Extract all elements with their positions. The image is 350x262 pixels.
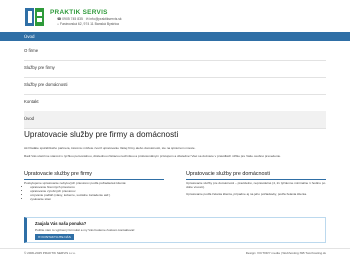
menu-item-sluzby-firmy[interactable]: Služby pre firmy (24, 60, 326, 78)
menu-item-label: Kontakt (24, 99, 39, 104)
address-value: Farárovská 62, 974 11 Banská Bystrica (60, 22, 119, 26)
brand-name: PRAKTIK SERVIS (50, 9, 108, 16)
email-link[interactable]: info@praktikservis.sk (90, 17, 122, 21)
menu-item-sluzby-domacnosti[interactable]: Služby pre domácnosti (24, 77, 326, 95)
firms-service-list: upratovanie firemných priestorov upratov… (24, 185, 164, 201)
firms-section-body: Poskytujeme upratovanie nebytových pries… (24, 181, 164, 201)
page-title: Upratovacie služby pre firmy a domácnost… (24, 130, 179, 139)
site-header: PRAKTIK SERVIS ☎ 0905 745 835 ✉ info@pra… (0, 0, 350, 32)
footer-divider (0, 248, 350, 249)
homes-text-1: Upratovacie služby pre domácnosti – prav… (186, 181, 326, 190)
menu-item-uvod[interactable]: Úvod (24, 111, 326, 129)
address-text: ⌂ Farárovská 62, 974 11 Banská Bystrica (57, 22, 119, 26)
menu-item-o-firme[interactable]: O firme (24, 43, 326, 61)
intro-paragraph-2: Radi Vás ušetríme starostí s rýchlou per… (24, 154, 281, 158)
contact-us-button[interactable]: ✉ KONTAKTUJTE NÁS (35, 234, 74, 240)
company-logo-icon[interactable] (24, 6, 46, 28)
menu-item-label: Služby pre firmy (24, 65, 55, 70)
firms-title-underline (24, 179, 164, 180)
menu-item-label: Úvod (24, 116, 35, 121)
homes-text-2: Upratovanie podľa želania klienta, prípa… (186, 192, 307, 197)
footer-copyright: © 2006-2025 PRAKTIK SERVIS s.r.o. (24, 251, 76, 255)
intro-paragraph-1: Ak hľadáte spoľahlivého partnera, ktorém… (24, 146, 196, 150)
footer-credits[interactable]: Design: VICTORY media | Webhosting ISB T… (246, 251, 326, 255)
cta-title: Zaujala Vás naša ponuka? (35, 221, 87, 226)
contact-us-button-label: KONTAKTUJTE NÁS (41, 235, 71, 239)
menu-item-label: O firme (24, 48, 39, 53)
list-item: vysávanie stien (30, 197, 164, 201)
homes-title-underline (186, 179, 326, 180)
menu-item-kontakt[interactable]: Kontakt (24, 94, 326, 112)
firms-section-title: Upratovacie služby pre firmy (24, 171, 93, 177)
phone-text: ☎ 0905 745 835 ✉ info@praktikservis.sk (57, 17, 122, 21)
nav-current-page[interactable]: Úvod (24, 34, 35, 39)
top-navbar: Úvod (0, 32, 350, 41)
cta-text: Pošlite nám to vyplnený formulár a my Vá… (35, 228, 136, 232)
menu-item-label: Služby pre domácnosti (24, 82, 68, 87)
homes-section-title: Upratovacie služby pre domácnosti (186, 171, 270, 177)
phone-number[interactable]: 0905 745 835 (62, 17, 83, 21)
contact-cta-box: Zaujala Vás naša ponuka? Pošlite nám to … (24, 217, 326, 243)
homes-section-body: Upratovacie služby pre domácnosti – prav… (186, 181, 326, 196)
